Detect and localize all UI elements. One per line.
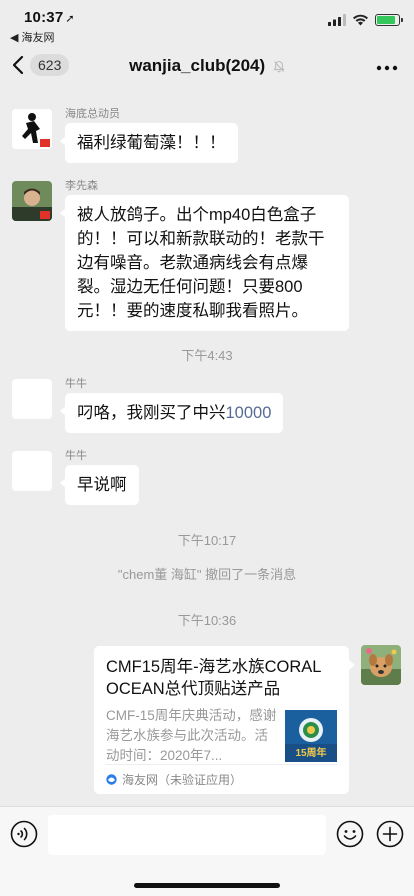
battery-icon	[375, 14, 403, 26]
sender-name: 牛牛	[65, 450, 87, 462]
location-arrow-icon: ➚	[65, 13, 75, 25]
message-bubble[interactable]: 叼咯，我刚买了中兴10000	[59, 393, 284, 433]
app-logo-icon	[106, 774, 117, 785]
timestamp: 下午10:36	[177, 613, 237, 628]
timestamp: 下午10:17	[177, 533, 237, 548]
voice-input-button[interactable]	[10, 820, 38, 848]
battery-fill	[377, 16, 395, 24]
phone-number-link[interactable]: 10000	[226, 404, 272, 422]
more-functions-button[interactable]	[376, 820, 404, 848]
card-body: CMF-15周年庆典活动，感谢海艺水族参与此次活动。活动时间：2020年7...…	[106, 706, 337, 766]
home-indicator	[134, 883, 280, 888]
avatar[interactable]	[12, 379, 52, 419]
clock-text: 10:37	[24, 9, 64, 26]
avatar[interactable]	[12, 451, 52, 491]
message-input[interactable]	[48, 815, 326, 855]
group-name: wanjia_club(204)	[129, 56, 266, 75]
card-thumbnail: 15周年	[285, 710, 337, 762]
message-text: 叼咯，我刚买了中兴	[77, 404, 226, 422]
plus-icon	[376, 820, 404, 848]
signal-icon	[328, 14, 346, 26]
dog-avatar-icon	[361, 645, 401, 685]
card-source-label: 海友网（未验证应用）	[122, 773, 243, 787]
chat-header: 623 wanjia_club(204)	[0, 44, 414, 88]
mute-bell-icon	[273, 60, 285, 73]
voice-icon	[10, 820, 38, 848]
message-bubble[interactable]: 福利绿葡萄藻！！！	[60, 123, 238, 163]
avatar[interactable]	[12, 109, 52, 149]
wifi-icon	[353, 14, 368, 26]
more-options-button[interactable]	[376, 58, 398, 76]
more-icon	[376, 65, 398, 71]
card-description: CMF-15周年庆典活动，感谢海艺水族参与此次活动。活动时间：2020年7...	[106, 708, 277, 763]
person-avatar-icon	[12, 181, 52, 221]
card-source: 海友网（未验证应用）	[106, 764, 337, 788]
avatar[interactable]	[12, 181, 52, 221]
sender-name: 海底总动员	[65, 108, 120, 120]
chat-input-bar	[0, 806, 414, 896]
message-bubble[interactable]: 被人放鸽子。出个mp40白色盒子的！！可以和新款联动的！老款干边有噪音。老款通病…	[60, 195, 349, 331]
dancer-avatar-icon	[12, 109, 52, 149]
emoji-button[interactable]	[336, 820, 364, 848]
status-icons	[328, 14, 403, 26]
thumb-caption: 15周年	[295, 748, 327, 759]
emoji-icon	[336, 820, 364, 848]
sender-name: 李先森	[65, 180, 98, 192]
sender-name: 牛牛	[65, 378, 87, 390]
return-to-app-link[interactable]: ◀ 海友网	[10, 29, 55, 45]
chat-title: wanjia_club(204)	[0, 56, 414, 76]
message-bubble[interactable]: 早说啊	[60, 465, 139, 505]
recall-notice: "chem董 海缸" 撤回了一条消息	[117, 567, 297, 582]
my-avatar[interactable]	[361, 645, 401, 685]
link-card[interactable]: CMF15周年-海艺水族CORAL OCEAN总代顶贴送产品 CMF-15周年庆…	[94, 646, 355, 794]
status-bar: 10:37 ➚ ◀ 海友网	[0, 0, 414, 44]
card-title: CMF15周年-海艺水族CORAL OCEAN总代顶贴送产品	[106, 658, 321, 698]
status-time: 10:37 ➚	[24, 9, 75, 26]
timestamp: 下午4:43	[181, 348, 233, 363]
